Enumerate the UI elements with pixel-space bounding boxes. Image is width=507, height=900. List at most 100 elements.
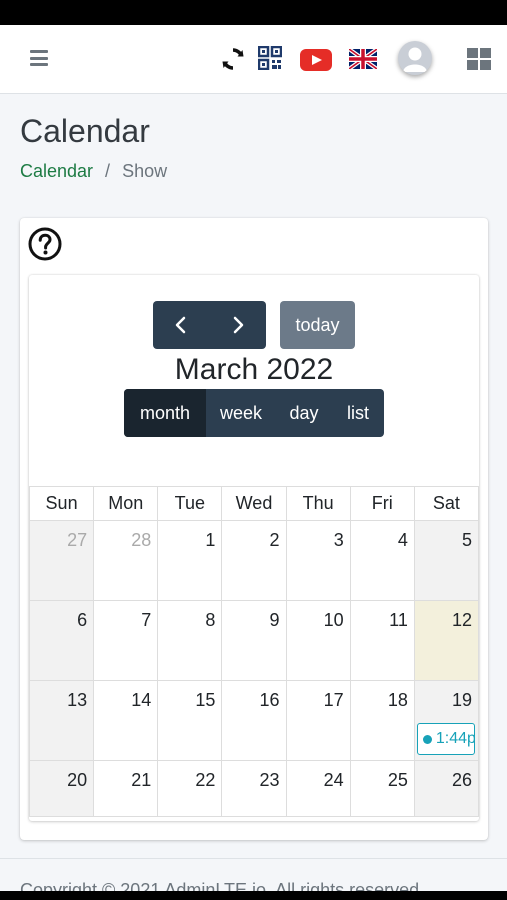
weekday-header: Fri (349, 486, 415, 521)
day-number[interactable]: 6 (77, 610, 87, 631)
day-number[interactable]: 11 (389, 610, 408, 631)
qr-code-icon[interactable] (258, 46, 282, 70)
sync-icon[interactable] (219, 45, 247, 73)
prev-button[interactable] (153, 301, 210, 349)
today-cell[interactable]: 12 (413, 600, 480, 681)
day-number[interactable]: 5 (462, 530, 472, 551)
calendar-card: today March 2022 month week day list Sun… (20, 218, 488, 840)
day-cell[interactable]: 1 (157, 520, 223, 601)
day-number[interactable]: 27 (67, 530, 87, 551)
view-month-button[interactable]: month (124, 389, 206, 437)
weekday-header: Sat (413, 486, 480, 521)
day-cell[interactable]: 14 (93, 680, 159, 761)
footer-divider (0, 858, 507, 859)
day-number[interactable]: 20 (67, 770, 87, 791)
day-cell[interactable]: 28 (93, 520, 159, 601)
day-cell[interactable]: 2 (221, 520, 287, 601)
weekday-header: Wed (221, 486, 287, 521)
day-number[interactable]: 14 (131, 690, 151, 711)
day-number[interactable]: 4 (398, 530, 408, 551)
view-switcher: month week day list (124, 389, 384, 437)
uk-flag-icon[interactable] (349, 49, 377, 69)
day-cell[interactable]: 27 (28, 520, 95, 601)
day-number[interactable]: 22 (195, 770, 215, 791)
next-button[interactable] (210, 301, 267, 349)
bottom-system-bar (0, 891, 507, 900)
day-number[interactable]: 9 (270, 610, 280, 631)
weekday-header: Sun (28, 486, 95, 521)
day-cell[interactable]: 24 (285, 760, 351, 817)
day-number[interactable]: 18 (388, 690, 408, 711)
weekday-header: Tue (157, 486, 223, 521)
day-number[interactable]: 25 (388, 770, 408, 791)
day-number[interactable]: 13 (67, 690, 87, 711)
week-row: 13 14 15 16 17 18 19 1:44p (28, 680, 480, 761)
top-navbar (0, 25, 507, 94)
day-cell[interactable]: 11 (349, 600, 415, 681)
day-number[interactable]: 24 (324, 770, 344, 791)
calendar-event[interactable]: 1:44p (416, 723, 475, 755)
day-cell[interactable]: 26 (413, 760, 480, 817)
day-number[interactable]: 19 (452, 690, 472, 711)
day-cell[interactable]: 9 (221, 600, 287, 681)
day-cell[interactable]: 22 (157, 760, 223, 817)
view-week-button[interactable]: week (206, 389, 276, 437)
day-cell[interactable]: 20 (28, 760, 95, 817)
day-cell[interactable]: 18 (349, 680, 415, 761)
apps-grid-icon[interactable] (467, 48, 491, 70)
breadcrumb: Calendar / Show (20, 161, 167, 182)
day-number[interactable]: 3 (334, 530, 344, 551)
chevron-left-icon (176, 316, 186, 334)
view-list-button[interactable]: list (332, 389, 384, 437)
breadcrumb-link-calendar[interactable]: Calendar (20, 161, 93, 182)
day-cell[interactable]: 19 1:44p (413, 680, 480, 761)
day-cell[interactable]: 25 (349, 760, 415, 817)
day-cell[interactable]: 23 (221, 760, 287, 817)
calendar-widget: today March 2022 month week day list Sun… (28, 275, 480, 821)
day-cell[interactable]: 4 (349, 520, 415, 601)
day-number[interactable]: 2 (270, 530, 280, 551)
day-number[interactable]: 26 (452, 770, 472, 791)
day-number[interactable]: 23 (260, 770, 280, 791)
day-number[interactable]: 16 (260, 690, 280, 711)
day-number[interactable]: 17 (324, 690, 344, 711)
view-day-button[interactable]: day (276, 389, 332, 437)
day-number[interactable]: 7 (141, 610, 151, 631)
day-number[interactable]: 10 (324, 610, 344, 631)
day-number[interactable]: 8 (205, 610, 215, 631)
month-grid: Sun Mon Tue Wed Thu Fri Sat 27 28 1 2 3 … (28, 486, 480, 817)
day-cell[interactable]: 5 (413, 520, 480, 601)
day-cell[interactable]: 3 (285, 520, 351, 601)
page-title: Calendar (20, 113, 150, 149)
week-row: 27 28 1 2 3 4 5 (28, 520, 480, 601)
weekday-header-row: Sun Mon Tue Wed Thu Fri Sat (28, 486, 480, 521)
day-cell[interactable]: 13 (28, 680, 95, 761)
event-time: 1:44p (435, 730, 475, 747)
today-button[interactable]: today (280, 301, 355, 349)
user-avatar-icon[interactable] (398, 41, 432, 75)
day-cell[interactable]: 10 (285, 600, 351, 681)
day-cell[interactable]: 7 (93, 600, 159, 681)
day-number[interactable]: 12 (452, 610, 472, 631)
event-dot-icon (422, 734, 432, 744)
prev-next-group (153, 301, 266, 349)
hamburger-menu-icon[interactable] (28, 48, 50, 68)
day-cell[interactable]: 8 (157, 600, 223, 681)
help-icon[interactable] (28, 227, 62, 261)
day-number[interactable]: 15 (195, 690, 215, 711)
day-number[interactable]: 21 (131, 770, 151, 791)
week-row: 20 21 22 23 24 25 26 (28, 760, 480, 817)
day-cell[interactable]: 17 (285, 680, 351, 761)
day-number[interactable]: 1 (205, 530, 215, 551)
breadcrumb-separator: / (105, 161, 111, 181)
day-cell[interactable]: 15 (157, 680, 223, 761)
youtube-icon[interactable] (300, 49, 332, 71)
day-cell[interactable]: 6 (28, 600, 95, 681)
day-cell[interactable]: 21 (93, 760, 159, 817)
calendar-title: March 2022 (174, 353, 334, 386)
day-cell[interactable]: 16 (221, 680, 287, 761)
week-row: 6 7 8 9 10 11 12 (28, 600, 480, 681)
chevron-right-icon (233, 316, 243, 334)
day-number[interactable]: 28 (131, 530, 151, 551)
status-bar (0, 0, 507, 25)
